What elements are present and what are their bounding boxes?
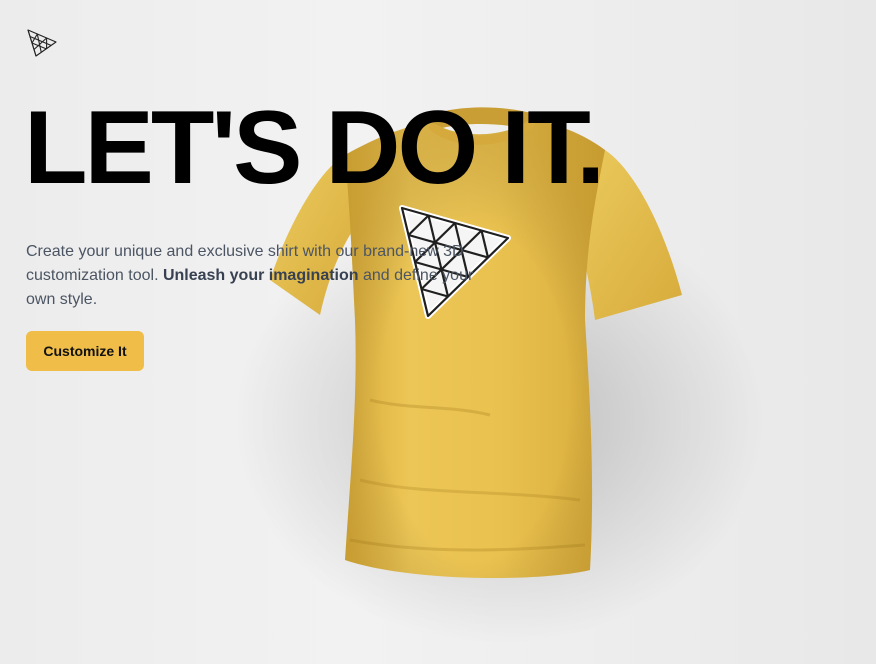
logo-icon[interactable] bbox=[26, 28, 58, 58]
hero-headline: LET'S DO IT. bbox=[24, 90, 605, 206]
hero-description: Create your unique and exclusive shirt w… bbox=[26, 240, 486, 312]
description-highlight: Unleash your imagination bbox=[162, 267, 359, 284]
customize-button[interactable]: Customize It bbox=[26, 331, 144, 371]
